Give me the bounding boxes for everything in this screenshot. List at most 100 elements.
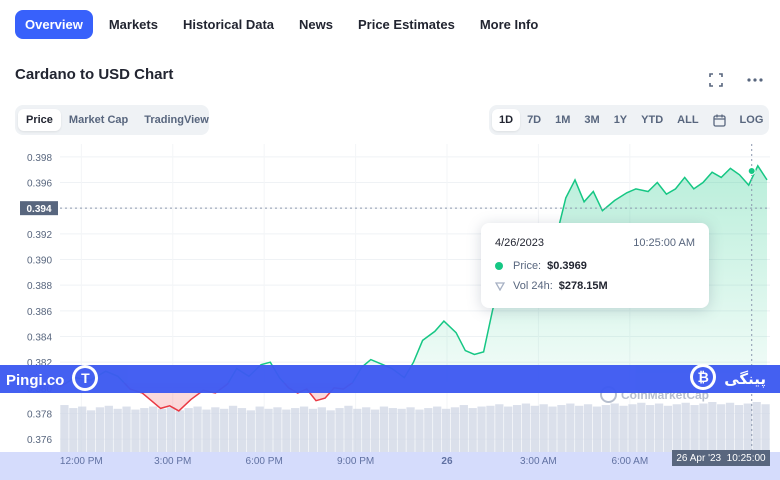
y-tick-label: 0.384 xyxy=(27,333,52,344)
range-1d[interactable]: 1D xyxy=(492,109,521,131)
volume-bar xyxy=(362,407,371,452)
volume-bar xyxy=(548,406,557,452)
volume-bar xyxy=(264,408,273,452)
volume-bar xyxy=(326,410,335,452)
tab-more-info[interactable]: More Info xyxy=(468,11,551,38)
tab-markets[interactable]: Markets xyxy=(97,11,170,38)
y-tick-label: 0.396 xyxy=(27,179,52,190)
price-tooltip: 4/26/2023 10:25:00 AM Price: $0.3969 Vol… xyxy=(481,223,709,308)
volume-bar xyxy=(397,408,406,452)
crosshair-time: 10:25:00 xyxy=(726,452,766,464)
range-all[interactable]: ALL xyxy=(670,109,705,131)
tab-price[interactable]: Price xyxy=(18,109,61,131)
volume-bar xyxy=(761,404,770,452)
volume-bar xyxy=(122,406,131,452)
volume-bar xyxy=(672,404,681,452)
volume-bar xyxy=(521,403,531,452)
y-tick-label: 0.376 xyxy=(27,435,52,446)
tab-market-cap[interactable]: Market Cap xyxy=(61,109,136,131)
volume-bar xyxy=(433,406,442,452)
tooltip-date: 4/26/2023 xyxy=(495,237,544,249)
volume-bar xyxy=(717,404,726,452)
crosshair-date: 26 Apr '23 xyxy=(676,452,722,464)
tab-news[interactable]: News xyxy=(287,11,345,38)
volume-bar xyxy=(228,405,238,452)
volume-bar xyxy=(95,407,105,452)
view-tabs: Price Market Cap TradingView xyxy=(15,105,209,135)
volume-bar xyxy=(406,407,415,452)
volume-bar xyxy=(193,406,202,452)
range-7d[interactable]: 7D xyxy=(520,109,548,131)
tooltip-volume-label: Vol 24h: xyxy=(513,280,553,292)
volume-bar xyxy=(86,410,96,452)
volume-bar xyxy=(69,408,78,452)
ellipsis-icon[interactable] xyxy=(745,70,765,90)
tooltip-volume-value: $278.15M xyxy=(558,280,608,292)
range-1y[interactable]: 1Y xyxy=(607,109,634,131)
volume-bar xyxy=(557,405,566,452)
tab-overview[interactable]: Overview xyxy=(15,9,93,39)
calendar-icon[interactable] xyxy=(706,110,733,131)
volume-bar xyxy=(353,408,362,452)
volume-bar xyxy=(504,406,513,452)
y-axis: 0.398 0.396 0.394 0.392 0.390 0.388 0.386 0.384… xyxy=(27,153,52,446)
volume-bar xyxy=(157,408,167,452)
volume-bar xyxy=(415,409,424,452)
volume-bar xyxy=(317,407,326,452)
range-ytd[interactable]: YTD xyxy=(634,109,670,131)
volume-bar xyxy=(468,408,477,452)
current-price-label: 0.394 xyxy=(26,204,51,215)
volume-bar xyxy=(681,402,690,452)
y-tick-label: 0.378 xyxy=(27,410,52,421)
volume-bar xyxy=(441,408,451,452)
volume-bar xyxy=(344,405,353,452)
tab-historical-data[interactable]: Historical Data xyxy=(171,11,286,38)
tooltip-price-value: $0.3969 xyxy=(547,260,587,272)
volume-bar xyxy=(450,407,460,452)
top-nav: Overview Markets Historical Data News Pr… xyxy=(0,0,780,48)
volume-bar xyxy=(734,405,744,452)
volume-bar xyxy=(113,408,122,452)
volume-bar xyxy=(663,405,673,452)
y-tick-label: 0.386 xyxy=(27,307,52,318)
pingi-brand-text: Pingi.co xyxy=(6,371,65,389)
volume-bar xyxy=(104,405,113,452)
volume-bar xyxy=(708,402,717,452)
bottom-watermark-band xyxy=(0,452,780,480)
volume-bar xyxy=(273,407,282,452)
crosshair-date-badge: 26 Apr '23 10:25:00 xyxy=(672,450,770,466)
volume-bar xyxy=(140,408,149,452)
volume-bar xyxy=(246,410,255,452)
volume-bar xyxy=(308,408,318,452)
volume-bar xyxy=(530,405,539,452)
tooltip-price-label: Price: xyxy=(513,260,542,272)
pingi-brand-left: Pingi.co T xyxy=(6,365,99,391)
tooltip-time: 10:25:00 AM xyxy=(633,237,695,249)
volume-bar xyxy=(175,410,184,452)
volume-bar xyxy=(619,405,628,452)
volume-icon xyxy=(495,281,505,291)
volume-bar xyxy=(299,406,309,452)
hover-marker xyxy=(747,166,756,175)
tab-tradingview[interactable]: TradingView xyxy=(136,109,217,131)
y-tick-label: 0.392 xyxy=(27,230,52,241)
tab-price-estimates[interactable]: Price Estimates xyxy=(346,11,467,38)
volume-bar xyxy=(575,405,584,452)
expand-icon[interactable] xyxy=(706,70,726,90)
volume-bar xyxy=(237,408,247,452)
volume-bar xyxy=(477,406,486,452)
volume-bar xyxy=(370,409,380,452)
volume-bar xyxy=(610,403,619,452)
volume-bar xyxy=(78,406,87,452)
bitcoin-coin-icon: ₿ xyxy=(690,364,717,390)
volume-bar xyxy=(654,403,664,452)
range-1m[interactable]: 1M xyxy=(548,109,577,131)
volume-bar xyxy=(211,407,220,452)
volume-bar xyxy=(424,408,433,452)
volume-bar xyxy=(583,404,593,452)
volume-bar xyxy=(539,404,548,452)
volume-bar xyxy=(388,408,397,452)
log-scale-toggle[interactable]: LOG xyxy=(733,109,771,131)
volume-bar xyxy=(646,405,655,452)
range-3m[interactable]: 3M xyxy=(577,109,606,131)
